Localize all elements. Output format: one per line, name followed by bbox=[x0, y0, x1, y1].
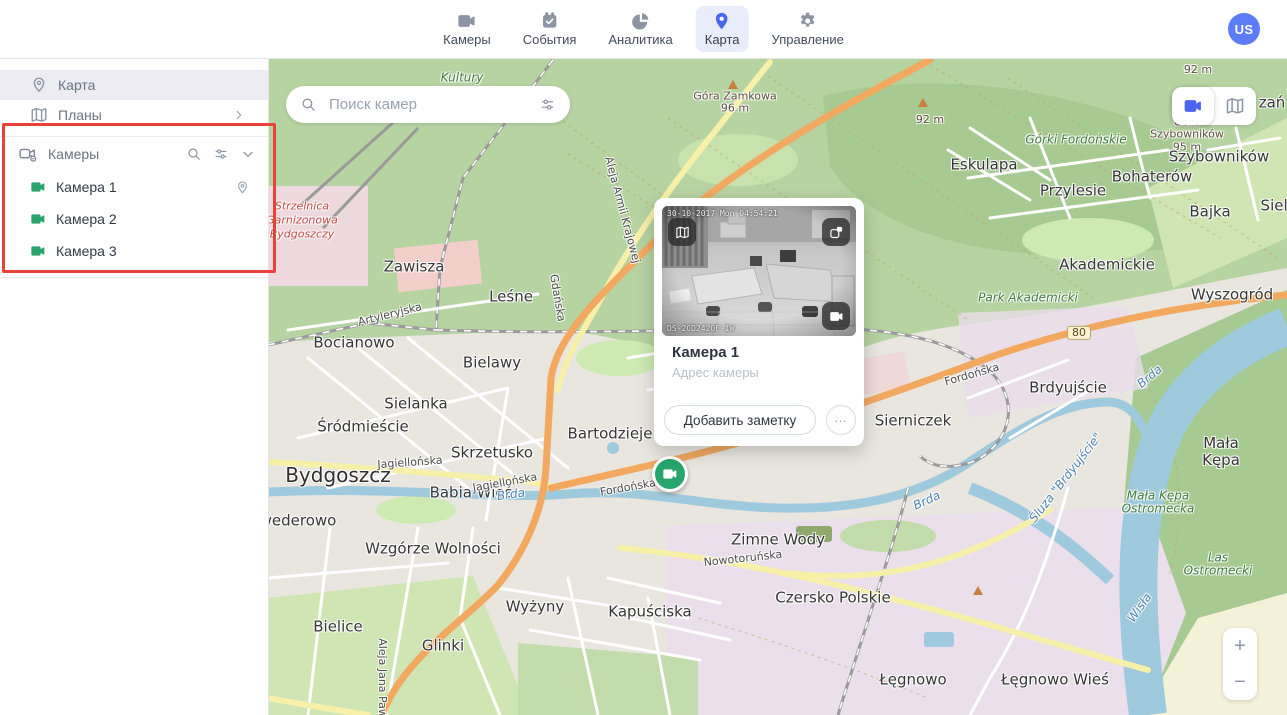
sidebar-item-plans[interactable]: Планы bbox=[0, 100, 268, 130]
cameras-layer-button[interactable] bbox=[1172, 87, 1214, 125]
cameras-section-title: Камеры bbox=[48, 146, 99, 162]
search-icon[interactable] bbox=[186, 146, 202, 162]
camera-list-item-1[interactable]: Камера 1 bbox=[0, 171, 268, 203]
map-layer-toolbar bbox=[1172, 87, 1256, 125]
map-search-bar bbox=[286, 86, 570, 123]
add-note-button[interactable]: Добавить заметку bbox=[664, 405, 816, 435]
preview-timestamp: 30-10-2017 Mon 04:54:21 bbox=[667, 209, 778, 218]
camera-icon bbox=[457, 11, 477, 31]
sidebar-item-label: Планы bbox=[58, 107, 102, 123]
zoom-out-button[interactable]: − bbox=[1223, 664, 1257, 700]
nav-tabs: Камеры События Аналитика Карта Управлени… bbox=[434, 0, 853, 58]
tab-label: События bbox=[523, 33, 577, 47]
tab-cameras[interactable]: Камеры bbox=[434, 6, 500, 52]
tab-map[interactable]: Карта bbox=[696, 6, 749, 52]
map-pin-icon bbox=[712, 11, 732, 31]
preview-camera-model: DS-2CD2420F-IW bbox=[667, 324, 734, 333]
map-pin-outline-icon bbox=[30, 76, 48, 94]
events-icon bbox=[540, 11, 560, 31]
chevron-right-icon bbox=[232, 108, 246, 122]
filter-sliders-icon[interactable] bbox=[539, 96, 556, 113]
picture-in-picture-icon bbox=[829, 225, 844, 240]
search-input[interactable] bbox=[327, 95, 529, 114]
search-icon bbox=[300, 96, 317, 113]
camera-management-app: Камеры События Аналитика Карта Управлени… bbox=[0, 0, 1287, 715]
camera-online-icon bbox=[30, 179, 46, 195]
popup-camera-address: Адрес камеры bbox=[672, 365, 759, 380]
gear-icon bbox=[798, 11, 818, 31]
camera-icon bbox=[662, 466, 678, 482]
tab-label: Камеры bbox=[443, 33, 491, 47]
sidebar-item-map[interactable]: Карта bbox=[0, 70, 268, 100]
tab-analytics[interactable]: Аналитика bbox=[599, 6, 681, 52]
show-on-map-button[interactable] bbox=[668, 218, 696, 246]
tab-events[interactable]: События bbox=[514, 6, 586, 52]
camera-name: Камера 3 bbox=[56, 243, 117, 259]
cameras-section-header: Камеры bbox=[0, 137, 268, 171]
camera-icon bbox=[829, 309, 844, 324]
folded-map-icon bbox=[30, 106, 48, 124]
camera-name: Камера 2 bbox=[56, 211, 117, 227]
chevron-down-icon[interactable] bbox=[240, 146, 256, 162]
sidebar: Карта Планы Камеры Камера 1 Камера 2 bbox=[0, 58, 269, 715]
sidebar-item-label: Карта bbox=[58, 77, 95, 93]
tab-management[interactable]: Управление bbox=[763, 6, 853, 52]
divider bbox=[0, 277, 268, 278]
user-avatar[interactable]: US bbox=[1228, 13, 1260, 45]
camera-preview[interactable]: 30-10-2017 Mon 04:54:21 DS-2CD2420F-IW bbox=[662, 206, 856, 336]
cameras-settings-icon bbox=[18, 144, 38, 164]
camera-popup-card: 30-10-2017 Mon 04:54:21 DS-2CD2420F-IW К… bbox=[654, 198, 864, 446]
folded-map-icon bbox=[675, 225, 690, 240]
camera-map-marker[interactable] bbox=[652, 456, 688, 492]
tab-label: Карта bbox=[705, 33, 740, 47]
map-canvas[interactable]: KulturyGóra Zamkowa 96 m92 m92 mEskulapa… bbox=[268, 58, 1287, 715]
more-options-button[interactable]: … bbox=[826, 405, 856, 435]
tab-label: Аналитика bbox=[608, 33, 672, 47]
open-in-window-button[interactable] bbox=[822, 218, 850, 246]
top-navigation-bar: Камеры События Аналитика Карта Управлени… bbox=[0, 0, 1287, 59]
analytics-icon bbox=[631, 11, 651, 31]
filter-sliders-icon[interactable] bbox=[213, 146, 229, 162]
tab-label: Управление bbox=[772, 33, 844, 47]
open-stream-button[interactable] bbox=[822, 302, 850, 330]
location-pin-icon[interactable] bbox=[235, 180, 250, 195]
camera-list-item-2[interactable]: Камера 2 bbox=[0, 203, 268, 235]
folded-map-icon bbox=[1225, 96, 1245, 116]
camera-online-icon bbox=[30, 211, 46, 227]
map-style-button[interactable] bbox=[1214, 87, 1256, 125]
zoom-control: + − bbox=[1223, 628, 1257, 700]
popup-camera-title: Камера 1 bbox=[672, 344, 739, 361]
camera-name: Камера 1 bbox=[56, 179, 117, 195]
camera-list-item-3[interactable]: Камера 3 bbox=[0, 235, 268, 267]
camera-icon bbox=[1183, 96, 1203, 116]
zoom-in-button[interactable]: + bbox=[1223, 628, 1257, 664]
camera-online-icon bbox=[30, 243, 46, 259]
